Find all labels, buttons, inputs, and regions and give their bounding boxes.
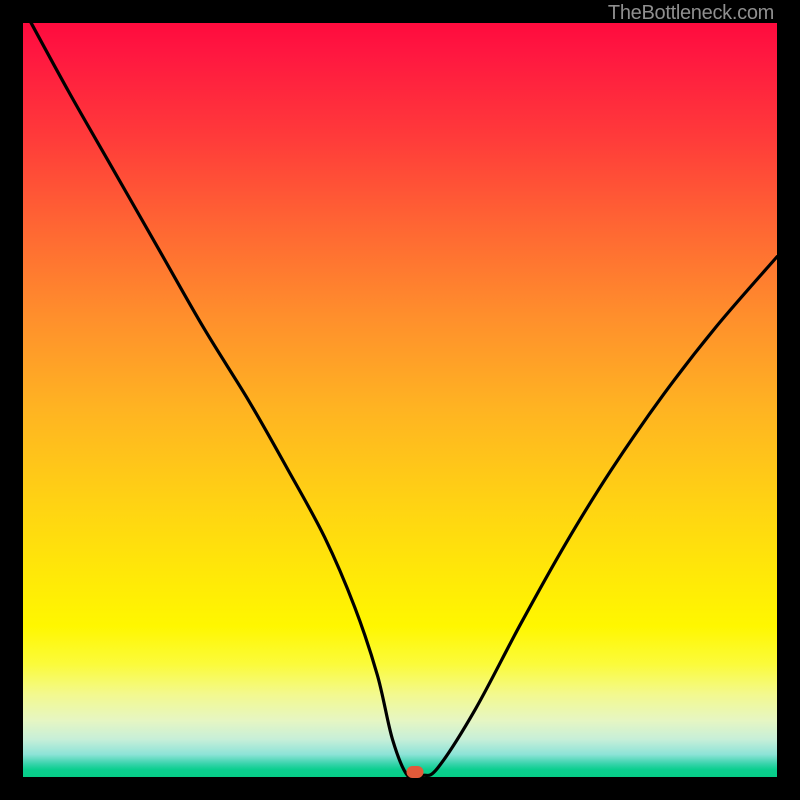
optimum-marker	[407, 766, 424, 778]
bottleneck-curve	[23, 23, 777, 777]
attribution-text: TheBottleneck.com	[608, 2, 774, 25]
chart-plot-area	[23, 23, 777, 777]
chart-frame: TheBottleneck.com	[0, 0, 800, 800]
